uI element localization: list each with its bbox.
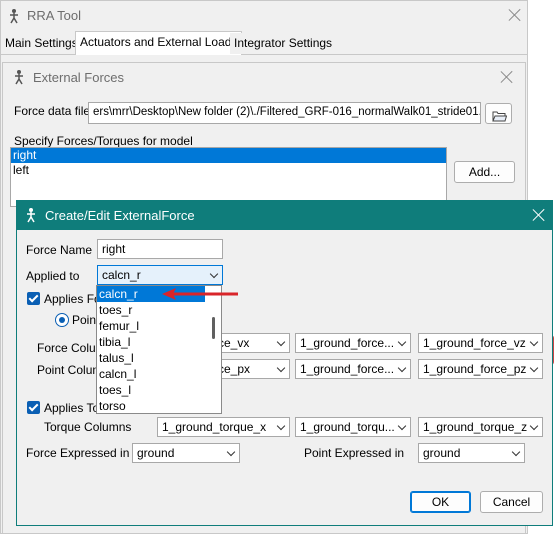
chevron-down-icon xyxy=(529,363,539,373)
force-column-y-value: 1_ground_force... xyxy=(300,336,395,350)
chevron-down-icon xyxy=(511,447,521,457)
torque-column-y-value: 1_ground_torqu... xyxy=(300,420,395,434)
applied-to-dropdown-list: calcn_r toes_r femur_l tibia_l talus_l c… xyxy=(96,285,222,414)
specify-forces-label: Specify Forces/Torques for model xyxy=(14,134,193,148)
chevron-down-icon xyxy=(397,363,407,373)
force-expressed-value: ground xyxy=(137,446,175,460)
torque-column-z-value: 1_ground_torque_z xyxy=(423,420,528,434)
tab-main-settings[interactable]: Main Settings xyxy=(1,33,82,54)
force-name-label: Force Name xyxy=(26,243,93,257)
annotation-arrow-icon xyxy=(162,288,238,300)
external-forces-title: External Forces xyxy=(33,70,125,85)
chevron-down-icon xyxy=(276,421,286,431)
point-column-z-select[interactable]: 1_ground_force_pz xyxy=(418,359,543,379)
chevron-down-icon xyxy=(397,421,407,431)
applied-to-select[interactable]: calcn_r xyxy=(97,265,223,285)
chevron-down-icon xyxy=(276,363,286,373)
list-item[interactable]: left xyxy=(11,163,446,178)
torque-column-x-value: 1_ground_torque_x xyxy=(162,420,267,434)
torque-column-y-select[interactable]: 1_ground_torqu... xyxy=(295,417,411,437)
dropdown-option[interactable]: toes_l xyxy=(97,382,221,398)
force-data-file-label: Force data file xyxy=(14,104,91,118)
app-icon xyxy=(7,8,21,27)
add-force-button[interactable]: Add... xyxy=(454,161,515,183)
applied-to-value: calcn_r xyxy=(102,268,141,282)
applies-force-checkbox[interactable] xyxy=(27,292,40,305)
point-expressed-label: Point Expressed in xyxy=(304,446,405,460)
forces-list: right left xyxy=(10,147,447,207)
folder-icon xyxy=(492,108,508,128)
force-expressed-select[interactable]: ground xyxy=(132,443,240,463)
applied-to-label: Applied to xyxy=(26,269,80,283)
point-expressed-select[interactable]: ground xyxy=(418,443,525,463)
list-item[interactable]: right xyxy=(11,148,446,163)
dropdown-scrollbar[interactable] xyxy=(212,317,215,339)
force-column-z-select[interactable]: 1_ground_force_vz xyxy=(418,333,543,353)
tab-actuators[interactable]: Actuators and External Loads xyxy=(75,31,243,55)
chevron-down-icon xyxy=(397,337,407,347)
close-icon[interactable] xyxy=(500,70,514,84)
chevron-down-icon xyxy=(529,337,539,347)
torque-columns-label: Torque Columns xyxy=(44,420,132,434)
point-column-y-select[interactable]: 1_ground_force... xyxy=(295,359,411,379)
chevron-down-icon xyxy=(276,337,286,347)
force-name-field[interactable]: right xyxy=(97,239,223,259)
dropdown-option[interactable]: calcn_l xyxy=(97,366,221,382)
app-icon xyxy=(12,69,26,88)
dropdown-option[interactable]: torso xyxy=(97,398,221,414)
dialog-title: Create/Edit ExternalForce xyxy=(45,208,195,223)
app-icon xyxy=(24,207,38,226)
browse-button[interactable] xyxy=(485,103,512,124)
close-icon[interactable] xyxy=(532,208,546,222)
force-column-y-select[interactable]: 1_ground_force... xyxy=(295,333,411,353)
chevron-down-icon xyxy=(209,269,219,279)
point-column-z-value: 1_ground_force_pz xyxy=(423,362,527,376)
tab-integrator-settings[interactable]: Integrator Settings xyxy=(230,33,337,54)
dropdown-option[interactable]: talus_l xyxy=(97,350,221,366)
point-radio[interactable] xyxy=(55,313,69,327)
dropdown-option[interactable]: femur_l xyxy=(97,318,221,334)
applies-torque-label: Applies Tor xyxy=(44,401,104,415)
force-data-file-field[interactable]: ers\mrr\Desktop\New folder (2)\./Filtere… xyxy=(88,102,481,124)
window-title: RRA Tool xyxy=(27,8,81,23)
force-column-z-value: 1_ground_force_vz xyxy=(423,336,526,350)
chevron-down-icon xyxy=(529,421,539,431)
applies-torque-checkbox[interactable] xyxy=(27,401,40,414)
point-expressed-value: ground xyxy=(423,446,461,460)
dropdown-option[interactable]: toes_r xyxy=(97,302,221,318)
force-expressed-label: Force Expressed in xyxy=(26,446,130,460)
dropdown-option[interactable]: tibia_l xyxy=(97,334,221,350)
dialog-title-bar: Create/Edit ExternalForce xyxy=(17,201,552,230)
torque-column-z-select[interactable]: 1_ground_torque_z xyxy=(418,417,543,437)
point-column-y-value: 1_ground_force... xyxy=(300,362,395,376)
close-icon[interactable] xyxy=(508,8,522,22)
torque-column-x-select[interactable]: 1_ground_torque_x xyxy=(157,417,290,437)
cancel-button[interactable]: Cancel xyxy=(480,491,543,513)
chevron-down-icon xyxy=(226,447,236,457)
ok-button[interactable]: OK xyxy=(410,491,471,513)
